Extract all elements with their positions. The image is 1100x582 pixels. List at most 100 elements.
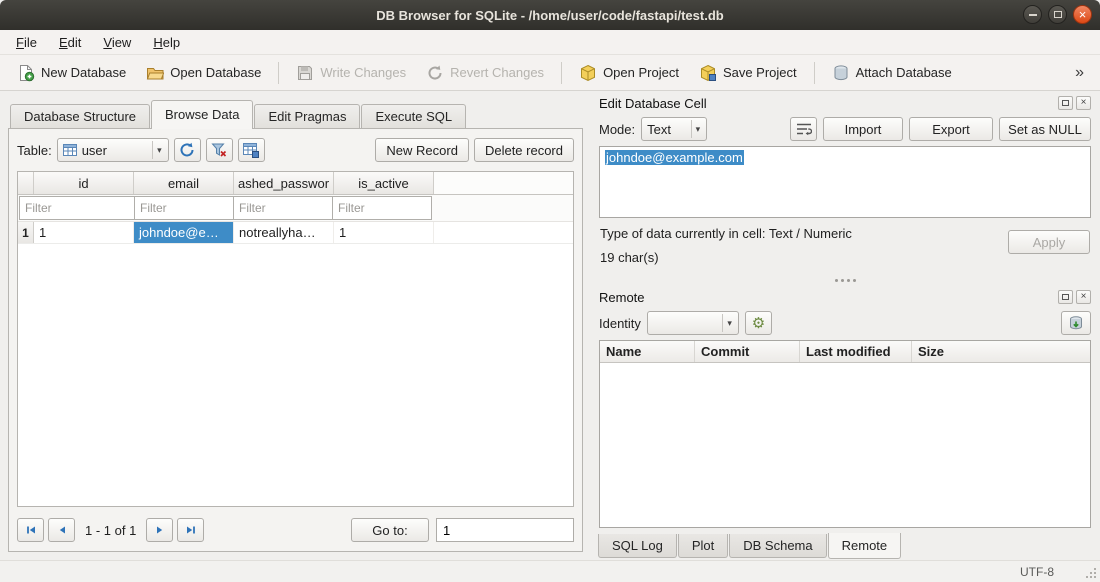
record-position-text: 1 - 1 of 1 (85, 523, 136, 538)
new-database-button[interactable]: New Database (8, 59, 135, 87)
filter-input-id[interactable] (19, 196, 135, 220)
column-header-is-active[interactable]: is_active (334, 172, 434, 194)
close-dock-button[interactable]: × (1076, 96, 1091, 110)
new-database-label: New Database (41, 65, 126, 80)
main-tabbar: Database Structure Browse Data Edit Prag… (8, 100, 583, 128)
minimize-icon (1029, 14, 1037, 16)
save-table-button[interactable] (238, 138, 265, 162)
row-number[interactable]: 1 (18, 222, 34, 243)
attach-database-button[interactable]: Attach Database (823, 59, 961, 87)
goto-button[interactable]: Go to: (351, 518, 429, 542)
save-project-button[interactable]: Save Project (690, 59, 806, 87)
attach-database-icon (832, 64, 850, 82)
close-icon: × (1081, 292, 1087, 302)
open-project-button[interactable]: Open Project (570, 59, 688, 87)
identity-combobox[interactable]: ▾ (647, 311, 739, 335)
next-record-icon (154, 524, 166, 536)
remote-fetch-button[interactable] (1061, 311, 1091, 335)
table-combobox[interactable]: user ▾ (57, 138, 169, 162)
tab-edit-pragmas[interactable]: Edit Pragmas (254, 104, 360, 128)
data-grid: id email ashed_passwor is_active 1 1 joh… (17, 171, 574, 507)
open-database-button[interactable]: Open Database (137, 59, 270, 87)
close-dock-button[interactable]: × (1076, 290, 1091, 304)
dock-buttons: × (1058, 96, 1091, 110)
cell-editor[interactable]: johndoe@example.com (599, 146, 1091, 218)
filter-input-is-active[interactable] (332, 196, 432, 220)
clear-filters-button[interactable] (206, 138, 233, 162)
tab-db-schema[interactable]: DB Schema (729, 534, 826, 558)
goto-input[interactable] (436, 518, 574, 542)
close-icon: × (1081, 98, 1087, 108)
window-title: DB Browser for SQLite - /home/user/code/… (376, 8, 723, 23)
word-wrap-button[interactable] (790, 117, 817, 141)
column-header-hashed-password[interactable]: ashed_passwor (234, 172, 334, 194)
toolbar: New Database Open Database Write Changes… (0, 55, 1100, 91)
first-record-button[interactable] (17, 518, 44, 542)
grid-header-filler (434, 172, 573, 194)
new-database-icon (17, 64, 35, 82)
previous-record-button[interactable] (48, 518, 75, 542)
right-dock: Edit Database Cell × Mode: Text ▾ Import… (594, 92, 1096, 560)
cell-id[interactable]: 1 (34, 222, 134, 243)
tab-browse-data[interactable]: Browse Data (151, 100, 253, 128)
maximize-button[interactable] (1048, 5, 1067, 24)
tab-database-structure[interactable]: Database Structure (10, 104, 150, 128)
apply-button[interactable]: Apply (1008, 230, 1090, 254)
open-database-icon (146, 64, 164, 82)
column-header-email[interactable]: email (134, 172, 234, 194)
tab-plot[interactable]: Plot (678, 534, 728, 558)
mode-label: Mode: (599, 122, 635, 137)
toolbar-overflow-button[interactable]: » (1067, 64, 1092, 82)
remote-title: Remote (599, 290, 645, 305)
close-button[interactable]: × (1073, 5, 1092, 24)
toolbar-separator (814, 62, 815, 84)
float-icon (1062, 294, 1069, 300)
tab-remote[interactable]: Remote (828, 533, 902, 559)
identity-label: Identity (599, 316, 641, 331)
cell-email-selected[interactable]: johndoe@e… (134, 222, 234, 243)
menu-file[interactable]: File (6, 32, 47, 53)
set-as-null-button[interactable]: Set as NULL (999, 117, 1091, 141)
tab-sql-log[interactable]: SQL Log (598, 534, 677, 558)
identity-settings-button[interactable]: ⚙ (745, 311, 772, 335)
menu-help[interactable]: Help (143, 32, 190, 53)
chevron-down-icon: ▾ (722, 314, 736, 332)
last-record-button[interactable] (177, 518, 204, 542)
refresh-button[interactable] (174, 138, 201, 162)
new-record-button[interactable]: New Record (375, 138, 469, 162)
tab-execute-sql[interactable]: Execute SQL (361, 104, 466, 128)
revert-changes-button[interactable]: Revert Changes (417, 59, 553, 87)
float-dock-button[interactable] (1058, 96, 1073, 110)
filter-input-hashed-password[interactable] (233, 196, 333, 220)
first-record-icon (25, 524, 37, 536)
menu-view[interactable]: View (93, 32, 141, 53)
write-changes-button[interactable]: Write Changes (287, 59, 415, 87)
remote-column-size[interactable]: Size (912, 341, 1090, 362)
chevron-down-icon: ▾ (691, 120, 705, 138)
titlebar[interactable]: DB Browser for SQLite - /home/user/code/… (0, 0, 1100, 30)
delete-record-button[interactable]: Delete record (474, 138, 574, 162)
remote-column-last-modified[interactable]: Last modified (800, 341, 912, 362)
write-changes-label: Write Changes (320, 65, 406, 80)
dock-splitter-handle[interactable] (594, 274, 1096, 286)
remote-database-icon (1068, 315, 1084, 331)
remote-column-name[interactable]: Name (600, 341, 695, 362)
filter-input-email[interactable] (134, 196, 234, 220)
next-record-button[interactable] (146, 518, 173, 542)
edit-cell-dock-header: Edit Database Cell × (594, 92, 1096, 114)
float-dock-button[interactable] (1058, 290, 1073, 304)
mode-combobox[interactable]: Text ▾ (641, 117, 707, 141)
menubar: File Edit View Help (0, 30, 1100, 55)
cell-is-active[interactable]: 1 (334, 222, 434, 243)
column-header-id[interactable]: id (34, 172, 134, 194)
cell-hashed-password[interactable]: notreallyha… (234, 222, 334, 243)
import-button[interactable]: Import (823, 117, 903, 141)
minimize-button[interactable] (1023, 5, 1042, 24)
resize-grip[interactable] (1084, 566, 1096, 578)
mode-combobox-value: Text (647, 122, 671, 137)
open-project-icon (579, 64, 597, 82)
save-project-label: Save Project (723, 65, 797, 80)
export-button[interactable]: Export (909, 117, 993, 141)
remote-column-commit[interactable]: Commit (695, 341, 800, 362)
menu-edit[interactable]: Edit (49, 32, 91, 53)
